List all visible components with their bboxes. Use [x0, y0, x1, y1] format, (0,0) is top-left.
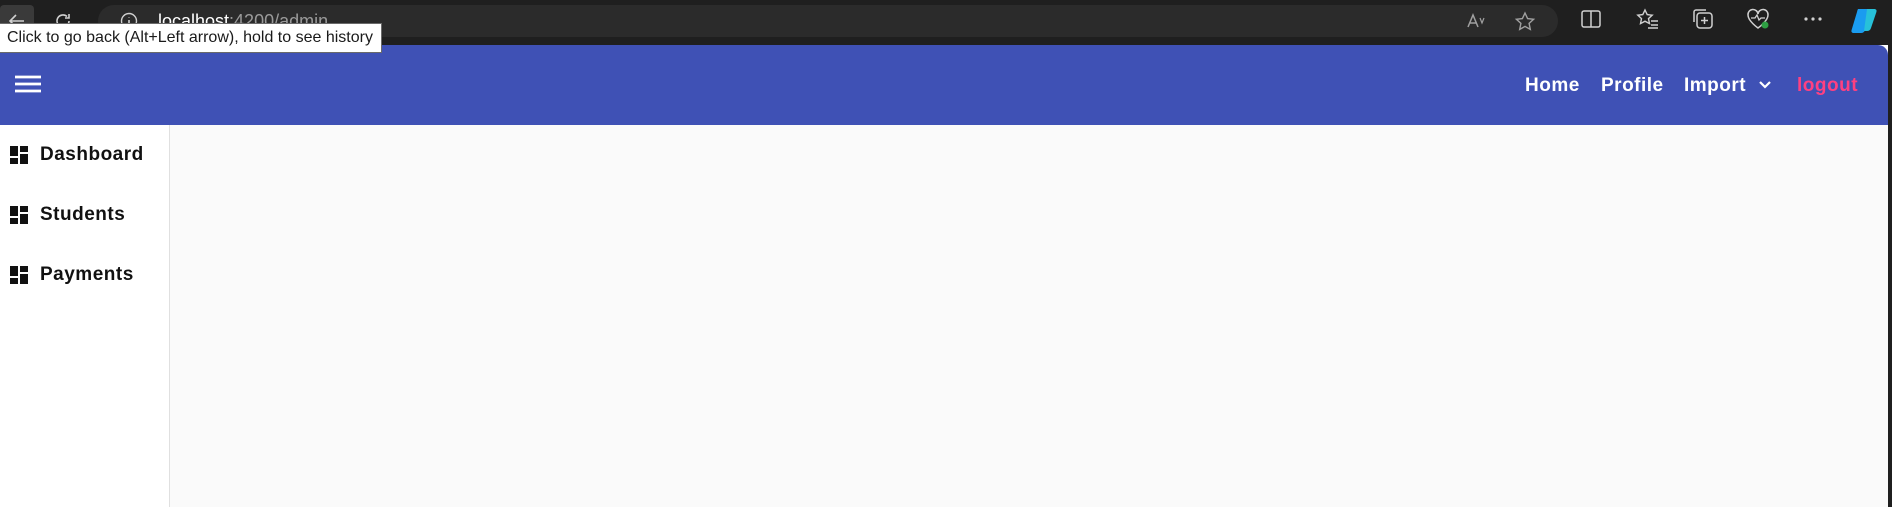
favorite-star-icon[interactable]: [1514, 11, 1536, 31]
logout-link[interactable]: logout: [1797, 75, 1858, 97]
split-screen-icon[interactable]: [1580, 8, 1602, 30]
dashboard-icon: [10, 266, 28, 284]
sidebar-item-payments[interactable]: Payments: [10, 261, 134, 289]
back-button-tooltip: Click to go back (Alt+Left arrow), hold …: [0, 23, 382, 53]
browser-essentials-icon[interactable]: [1746, 8, 1770, 30]
menu-icon[interactable]: [14, 74, 42, 94]
main-content: [170, 125, 1888, 507]
app-toolbar: Home Profile Import logout: [0, 45, 1888, 125]
nav-import-menu[interactable]: Import: [1684, 75, 1746, 97]
collections-icon[interactable]: [1692, 8, 1714, 30]
app-frame: Home Profile Import logout Dashboard Stu…: [0, 45, 1888, 507]
nav-profile-link[interactable]: Profile: [1601, 75, 1664, 97]
window-edge: [1888, 45, 1892, 507]
copilot-icon[interactable]: [1850, 6, 1880, 34]
nav-home-link[interactable]: Home: [1525, 75, 1580, 97]
sidebar-item-dashboard[interactable]: Dashboard: [10, 141, 144, 169]
more-icon[interactable]: [1802, 8, 1824, 30]
dashboard-icon: [10, 146, 28, 164]
sidebar-item-label: Dashboard: [40, 144, 144, 165]
dashboard-icon: [10, 206, 28, 224]
chevron-down-icon[interactable]: [1758, 78, 1772, 92]
sidebar-item-students[interactable]: Students: [10, 201, 125, 229]
sidebar: Dashboard Students Payments: [0, 125, 170, 507]
sidebar-item-label: Students: [40, 204, 126, 225]
sidebar-item-label: Payments: [40, 264, 134, 285]
favorites-icon[interactable]: [1636, 8, 1660, 30]
read-aloud-icon[interactable]: [1466, 11, 1488, 31]
